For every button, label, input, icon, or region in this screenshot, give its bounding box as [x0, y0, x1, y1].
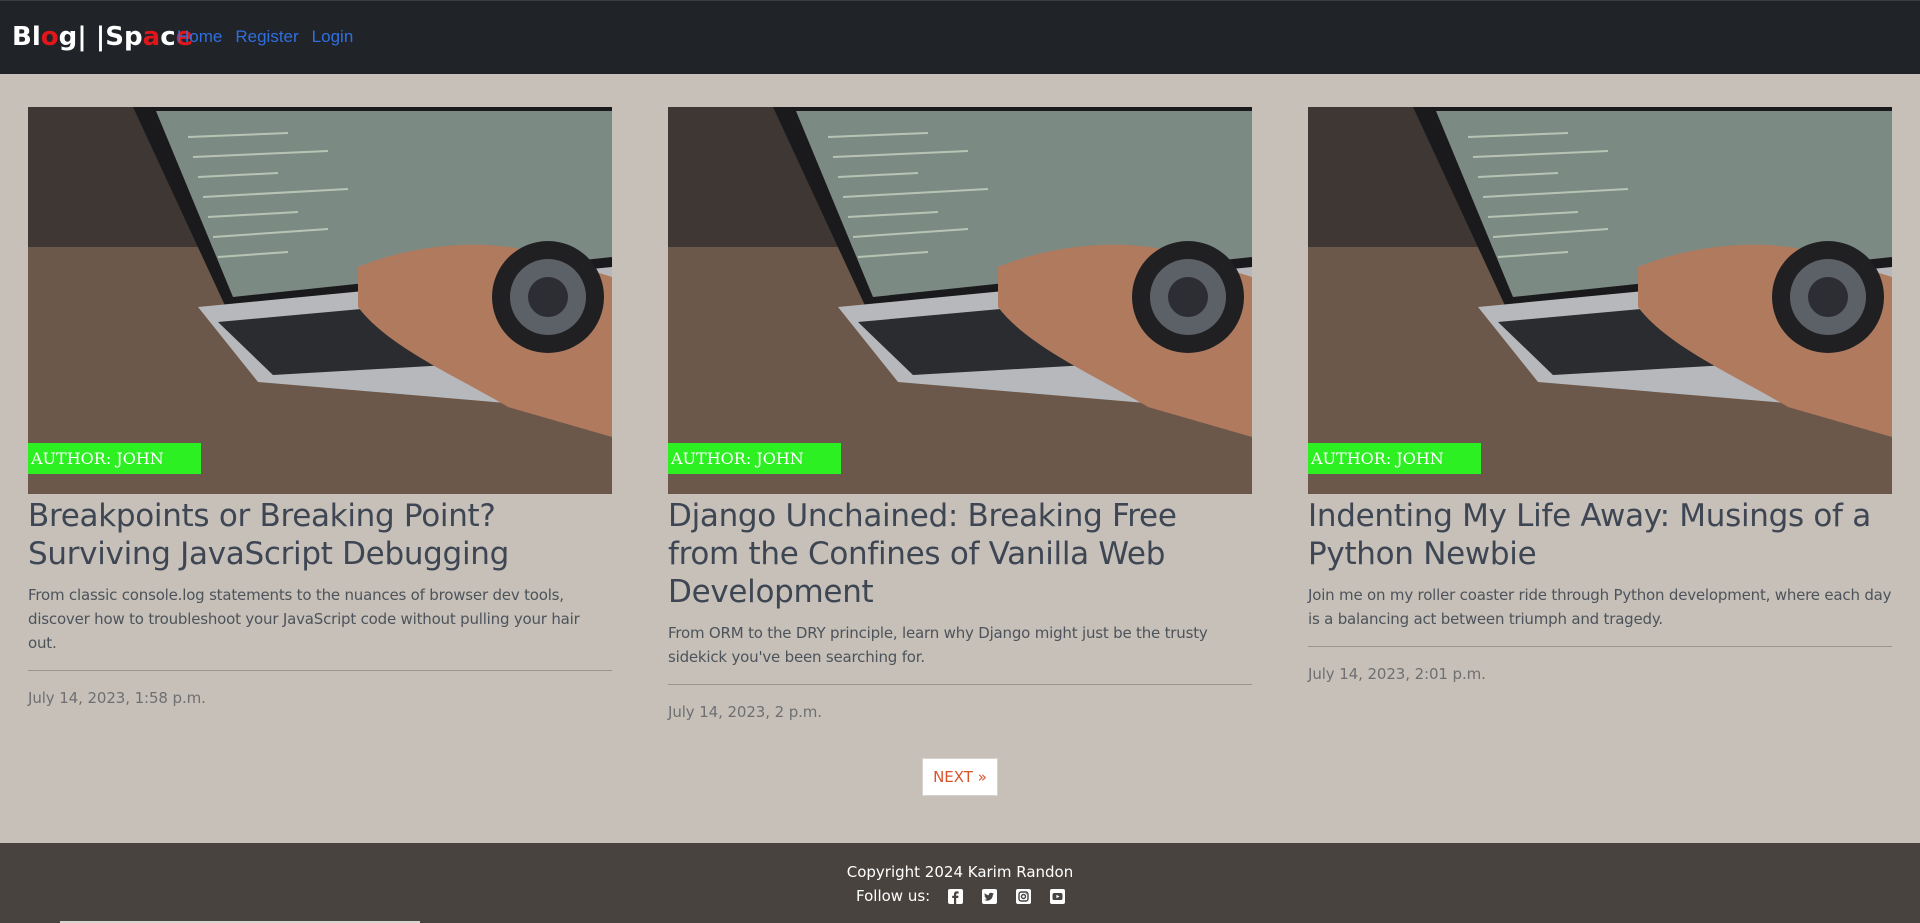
twitter-icon[interactable] — [982, 888, 998, 904]
divider — [28, 670, 612, 671]
brand-text: o — [40, 22, 59, 52]
brand-text: c — [160, 22, 176, 52]
follow-label: Follow us: — [856, 887, 931, 905]
brand-text: g — [58, 22, 78, 52]
post-title[interactable]: Indenting My Life Away: Musings of a Pyt… — [1308, 497, 1892, 573]
brand-text: | — [86, 22, 106, 52]
post-date: July 14, 2023, 2:01 p.m. — [1308, 665, 1486, 683]
navbar: Blog| |Space Home Register Login — [0, 0, 1920, 74]
instagram-icon[interactable] — [1016, 888, 1032, 904]
brand-text: | — [77, 22, 87, 52]
author-badge: AUTHOR: JOHN — [28, 443, 201, 474]
post-date: July 14, 2023, 2 p.m. — [668, 703, 822, 721]
divider — [668, 684, 1252, 685]
follow-us: Follow us: — [856, 887, 1084, 905]
nav-link-home[interactable]: Home — [177, 27, 222, 47]
post-card: AUTHOR: JOHN Breakpoints or Breaking Poi… — [28, 107, 612, 707]
post-card: AUTHOR: JOHN Indenting My Life Away: Mus… — [1308, 107, 1892, 683]
post-title[interactable]: Breakpoints or Breaking Point? Surviving… — [28, 497, 612, 573]
nav-links: Home Register Login — [177, 27, 353, 47]
post-image[interactable]: AUTHOR: JOHN — [1308, 107, 1892, 494]
brand-text: Sp — [105, 22, 143, 52]
brand-logo[interactable]: Blog| |Space — [12, 19, 193, 55]
laptop-photo-illustration — [1308, 107, 1892, 494]
brand-text: a — [142, 22, 161, 52]
laptop-photo-illustration — [28, 107, 612, 494]
facebook-icon[interactable] — [948, 888, 964, 904]
post-title[interactable]: Django Unchained: Breaking Free from the… — [668, 497, 1252, 611]
post-description: From ORM to the DRY principle, learn why… — [668, 624, 1208, 666]
author-badge: AUTHOR: JOHN — [1308, 443, 1481, 474]
post-description: Join me on my roller coaster ride throug… — [1308, 586, 1892, 628]
laptop-photo-illustration — [668, 107, 1252, 494]
copyright-text: Copyright 2024 Karim Randon — [846, 863, 1074, 881]
brand-text: Bl — [12, 22, 41, 52]
next-page-button[interactable]: NEXT » — [922, 758, 998, 796]
post-description: From classic console.log statements to t… — [28, 586, 580, 652]
post-date: July 14, 2023, 1:58 p.m. — [28, 689, 206, 707]
author-badge: AUTHOR: JOHN — [668, 443, 841, 474]
nav-link-login[interactable]: Login — [312, 27, 354, 47]
footer: Copyright 2024 Karim Randon Follow us: — [0, 843, 1920, 923]
divider — [1308, 646, 1892, 647]
post-image[interactable]: AUTHOR: JOHN — [28, 107, 612, 494]
youtube-icon[interactable] — [1050, 888, 1066, 904]
post-image[interactable]: AUTHOR: JOHN — [668, 107, 1252, 494]
nav-link-register[interactable]: Register — [235, 27, 298, 47]
post-card: AUTHOR: JOHN Django Unchained: Breaking … — [668, 107, 1252, 721]
